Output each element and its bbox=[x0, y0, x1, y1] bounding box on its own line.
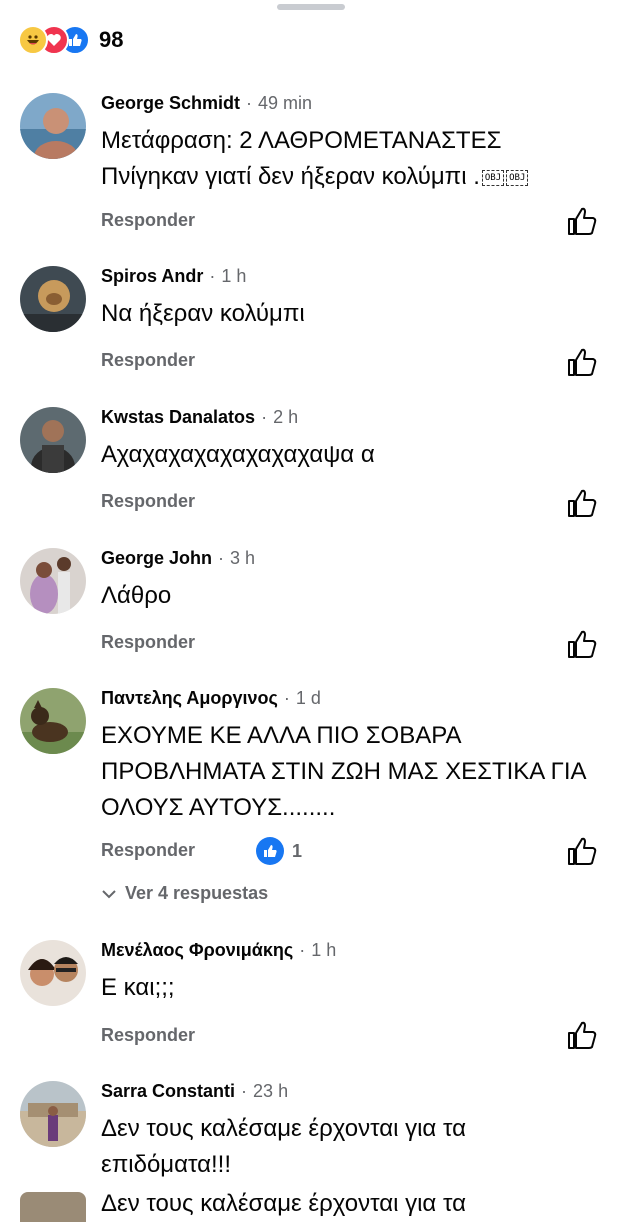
avatar[interactable] bbox=[20, 93, 86, 159]
obj-placeholder: OBJ bbox=[481, 169, 505, 186]
haha-icon bbox=[18, 25, 48, 55]
comment-time[interactable]: 1 h bbox=[221, 266, 246, 286]
obj-placeholder: OBJ bbox=[506, 169, 529, 186]
like-button-icon[interactable] bbox=[566, 347, 598, 377]
avatar[interactable] bbox=[20, 407, 86, 473]
like-icon bbox=[256, 837, 284, 865]
avatar[interactable] bbox=[20, 688, 86, 754]
comment-text: Δεν τους καλέσαμε έρχονται για τα bbox=[101, 1190, 466, 1217]
comment-text: Μετάφραση: 2 ΛΑΘΡΟΜΕΤΑΝΑΣΤΕΣ Πνίγηκαν γι… bbox=[101, 123, 601, 195]
author-name[interactable]: Μενέλαος Φρονιμάκης bbox=[101, 940, 293, 960]
reply-button[interactable]: Responder bbox=[101, 1025, 195, 1046]
like-button-icon[interactable] bbox=[566, 836, 598, 866]
comment-header: Kwstas Danalatos · 2 h bbox=[101, 407, 299, 427]
author-name[interactable]: Kwstas Danalatos bbox=[101, 407, 255, 427]
comment-time[interactable]: 3 h bbox=[230, 548, 255, 568]
comment-header: Μενέλαος Φρονιμάκης · 1 h bbox=[101, 940, 337, 960]
avatar[interactable] bbox=[20, 1081, 86, 1147]
comment-time[interactable]: 49 min bbox=[258, 93, 312, 113]
comment-text: Λάθρο bbox=[101, 582, 172, 609]
author-name[interactable]: Spiros Andr bbox=[101, 266, 203, 286]
comment-reaction-count[interactable]: 1 bbox=[256, 837, 302, 865]
like-button-icon[interactable] bbox=[566, 1020, 598, 1050]
avatar[interactable] bbox=[20, 266, 86, 332]
comment-text: Αχαχαχαχαχαχαχαχαψα α bbox=[101, 441, 375, 468]
author-name[interactable]: George Schmidt bbox=[101, 93, 240, 113]
like-button-icon[interactable] bbox=[566, 206, 598, 236]
comment-time[interactable]: 1 h bbox=[311, 940, 336, 960]
author-name[interactable]: George John bbox=[101, 548, 212, 568]
reply-button[interactable]: Responder bbox=[101, 210, 195, 231]
reply-button[interactable]: Responder bbox=[101, 350, 195, 371]
avatar[interactable] bbox=[20, 940, 86, 1006]
like-button-icon[interactable] bbox=[566, 629, 598, 659]
reply-button[interactable]: Responder bbox=[101, 840, 195, 861]
reaction-count: 98 bbox=[99, 27, 124, 52]
avatar[interactable] bbox=[20, 1192, 86, 1222]
comment-text: Να ήξεραν κολύμπι bbox=[101, 300, 305, 327]
like-button-icon[interactable] bbox=[566, 488, 598, 518]
comment-text: Ε και;;; bbox=[101, 974, 175, 1001]
author-name[interactable]: Παντελης Αμοργινος bbox=[101, 688, 278, 708]
avatar[interactable] bbox=[20, 548, 86, 614]
comment-header: Spiros Andr · 1 h bbox=[101, 266, 247, 286]
reply-button[interactable]: Responder bbox=[101, 491, 195, 512]
sheet-grabber-handle[interactable] bbox=[277, 4, 345, 10]
chevron-down-icon bbox=[102, 889, 116, 898]
author-name[interactable]: Sarra Constanti bbox=[101, 1081, 235, 1101]
comment-time[interactable]: 2 h bbox=[273, 407, 298, 427]
comment-header: Sarra Constanti · 23 h bbox=[101, 1081, 289, 1101]
reactions-summary[interactable]: 98 bbox=[18, 25, 123, 55]
reply-button[interactable]: Responder bbox=[101, 632, 195, 653]
comment-header: Παντελης Αμοργινος · 1 d bbox=[101, 688, 321, 708]
comment-header: George Schmidt · 49 min bbox=[101, 93, 313, 113]
view-replies-button[interactable]: Ver 4 respuestas bbox=[101, 883, 268, 904]
comment-text: Δεν τους καλέσαμε έρχονται για τα επιδόμ… bbox=[101, 1115, 466, 1178]
comment-time[interactable]: 1 d bbox=[296, 688, 321, 708]
comment-text: ΕΧΟΥΜΕ ΚΕ ΑΛΛΑ ΠΙΟ ΣΟΒΑΡΑ ΠΡΟΒΛΗΜΑΤΑ ΣΤΙ… bbox=[101, 722, 586, 821]
comment-time[interactable]: 23 h bbox=[253, 1081, 288, 1101]
comment-header: George John · 3 h bbox=[101, 548, 256, 568]
